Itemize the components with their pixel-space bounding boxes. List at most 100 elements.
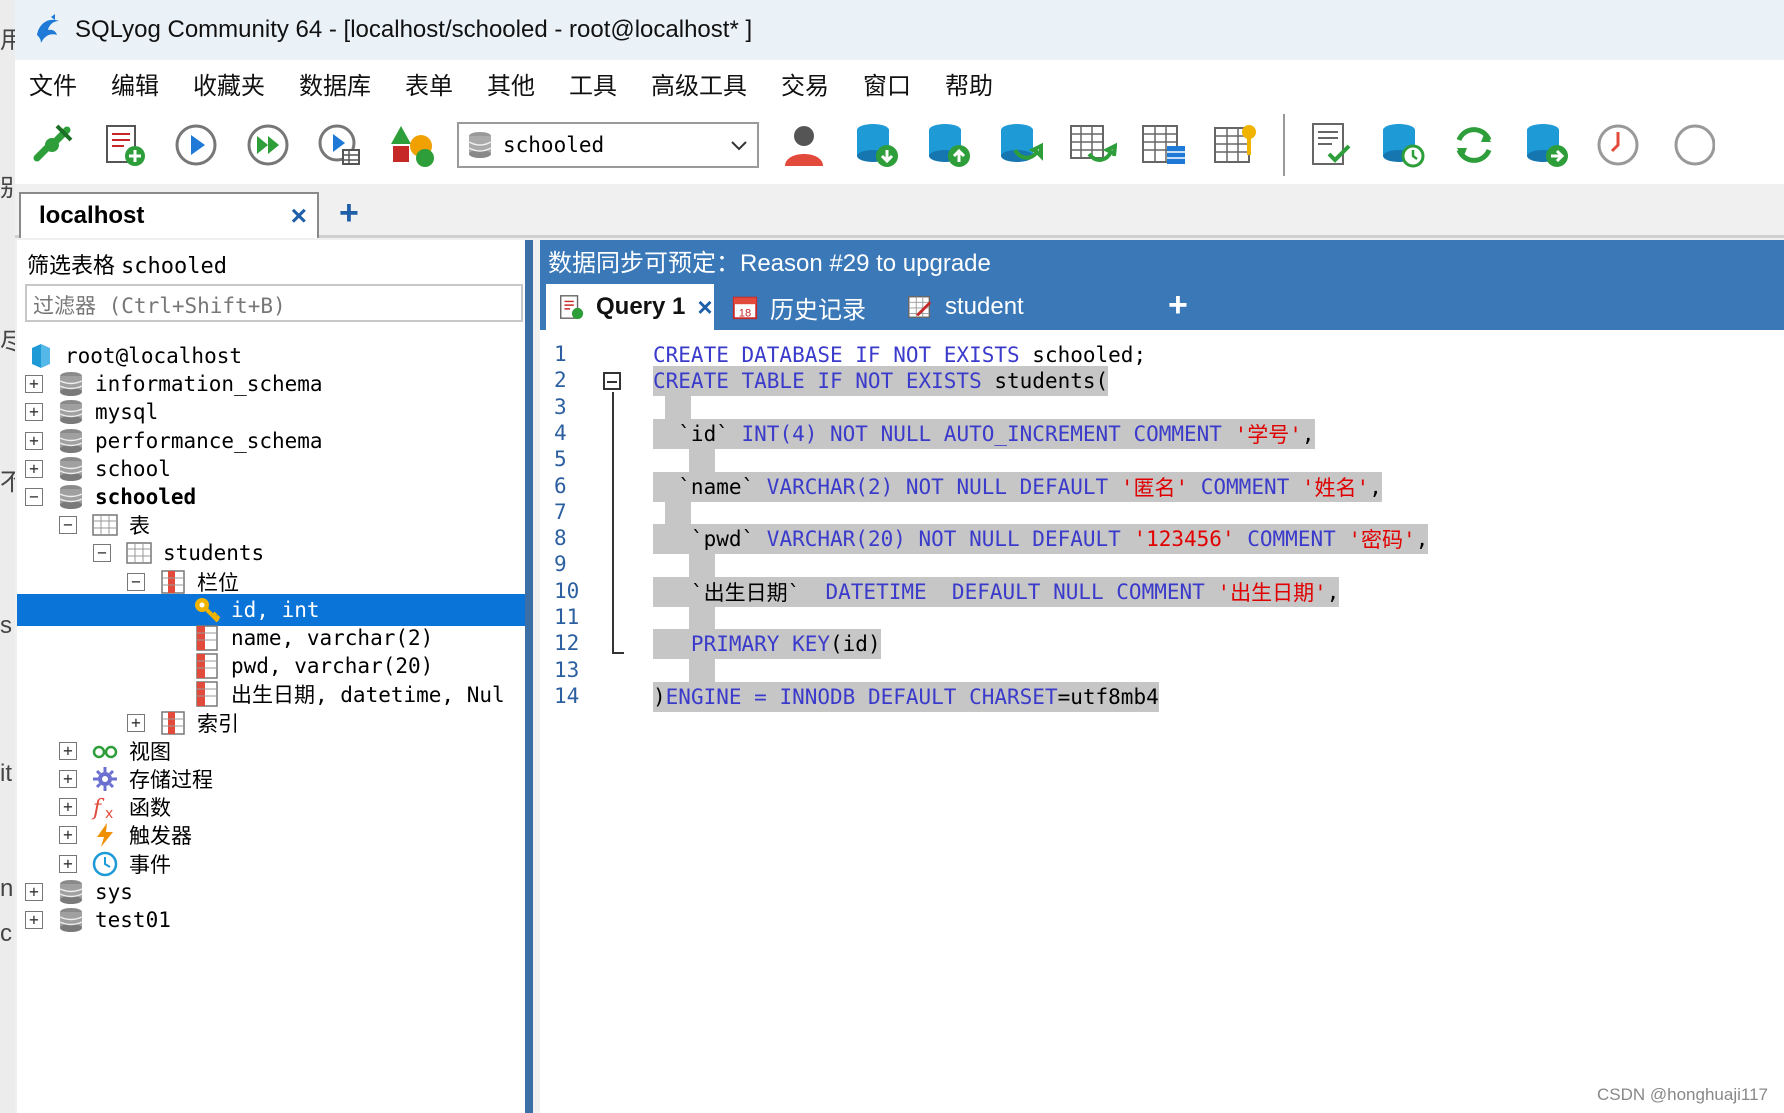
database-icon xyxy=(57,370,85,398)
code-selection: CREATE TABLE IF NOT EXISTS students( xyxy=(653,366,1109,397)
line-number: 4 xyxy=(554,420,567,445)
collapse-icon[interactable]: − xyxy=(127,572,145,591)
tree-item[interactable]: − schooled xyxy=(17,481,525,513)
tree-item-label: 栏位 xyxy=(197,570,239,595)
tree-item[interactable]: + information_schema xyxy=(17,368,525,400)
menu-item[interactable]: 表单 xyxy=(405,66,453,101)
menu-item[interactable]: 数据库 xyxy=(299,66,371,101)
filter-input[interactable]: 过滤器 (Ctrl+Shift+B) xyxy=(25,284,523,322)
tab-query-1[interactable]: Query 1 × xyxy=(546,284,714,330)
tree-item[interactable]: 出生日期, datetime, Nul xyxy=(17,678,525,710)
expand-icon[interactable]: + xyxy=(59,826,77,845)
connect-icon[interactable] xyxy=(25,118,79,172)
menu-item[interactable]: 帮助 xyxy=(945,66,993,101)
user-manager-icon[interactable] xyxy=(777,118,831,172)
restore-icon[interactable] xyxy=(921,118,975,172)
tab-history[interactable]: 18 历史记录 xyxy=(720,284,870,330)
sql-identifier: `id` xyxy=(653,421,742,446)
expand-icon[interactable]: + xyxy=(25,375,43,394)
tree-item[interactable]: + performance_schema xyxy=(17,425,525,457)
menu-item[interactable]: 高级工具 xyxy=(651,66,747,101)
new-query-icon[interactable] xyxy=(97,118,151,172)
connection-tab-localhost[interactable]: localhost × xyxy=(19,192,319,238)
more-tool-icon[interactable] xyxy=(1663,118,1717,172)
tree-item-label: root@localhost xyxy=(65,344,243,368)
tree-item[interactable]: + f x 函数 xyxy=(17,791,525,823)
query-builder-icon[interactable] xyxy=(1303,118,1357,172)
tab-student[interactable]: student xyxy=(895,284,1045,330)
execute-results-icon[interactable] xyxy=(313,118,367,172)
query-tab-icon xyxy=(556,292,586,322)
tree-item[interactable]: pwd, varchar(20) xyxy=(17,650,525,682)
menu-item[interactable]: 文件 xyxy=(29,66,77,101)
sql-editor[interactable]: 1 2 3 4 5 6 7 8 9 10 11 12 13 14 CREATE DATABASE IF N… xyxy=(540,330,1784,1113)
add-connection-button[interactable]: + xyxy=(339,194,359,233)
fold-collapse-icon[interactable] xyxy=(603,372,621,390)
tree-item-label: 视图 xyxy=(129,739,171,764)
tree-item[interactable]: name, varchar(2) xyxy=(17,622,525,654)
execute-query-icon[interactable] xyxy=(169,118,223,172)
tree-item-label: 表 xyxy=(129,514,150,539)
query-area: 数据同步可预定：Reason #29 to upgrade Query 1 × … xyxy=(540,240,1784,1113)
database-selector[interactable]: schooled xyxy=(457,122,759,168)
menu-item[interactable]: 收藏夹 xyxy=(193,66,265,101)
expand-icon[interactable]: + xyxy=(59,854,77,873)
schedule-icon[interactable] xyxy=(1375,118,1429,172)
tree-item[interactable]: + 事件 xyxy=(17,848,525,880)
primary-key-icon xyxy=(193,596,221,624)
tree-item[interactable]: root@localhost xyxy=(17,340,525,372)
menu-item[interactable]: 窗口 xyxy=(863,66,911,101)
chevron-down-icon[interactable] xyxy=(729,138,749,152)
execute-all-icon[interactable] xyxy=(241,118,295,172)
table-data-icon[interactable] xyxy=(1137,118,1191,172)
expand-icon[interactable]: + xyxy=(25,911,43,929)
import-table-icon[interactable] xyxy=(1065,118,1119,172)
expand-icon[interactable]: + xyxy=(127,713,145,732)
collapse-icon[interactable]: − xyxy=(93,544,111,563)
import-external-icon[interactable] xyxy=(1519,118,1573,172)
tree-item[interactable]: + 视图 xyxy=(17,735,525,767)
collapse-icon[interactable]: − xyxy=(25,488,43,506)
expand-icon[interactable]: + xyxy=(25,431,43,450)
sqlyog-window: SQLyog Community 64 - [localhost/schoole… xyxy=(15,0,1784,1113)
tree-item[interactable]: id, int xyxy=(17,593,525,626)
menu-item[interactable]: 其他 xyxy=(487,66,535,101)
tree-item[interactable]: + mysql xyxy=(17,396,525,428)
tree-item[interactable]: + 存储过程 xyxy=(17,763,525,795)
tree-item-label: students xyxy=(163,541,265,566)
tree-item[interactable]: − students xyxy=(17,537,525,569)
calendar-day: 18 xyxy=(739,307,751,319)
expand-icon[interactable]: + xyxy=(25,403,43,422)
expand-icon[interactable]: + xyxy=(59,770,77,788)
add-query-tab-button[interactable]: + xyxy=(1168,286,1188,325)
index-icon[interactable] xyxy=(1209,118,1263,172)
sql-identifier: schooled; xyxy=(1019,343,1147,367)
menu-item[interactable]: 交易 xyxy=(781,66,829,101)
sql-identifier: `name` xyxy=(653,474,767,499)
tree-item[interactable]: + 索引 xyxy=(17,707,525,739)
schema-designer-icon[interactable] xyxy=(385,118,439,172)
events-icon xyxy=(91,850,119,878)
expand-icon[interactable]: + xyxy=(59,798,77,817)
menu-item[interactable]: 编辑 xyxy=(111,66,159,101)
close-icon[interactable]: × xyxy=(697,292,712,323)
tree-item[interactable]: + test01 xyxy=(17,904,525,936)
db-sync-icon[interactable] xyxy=(993,118,1047,172)
tree-item[interactable]: + 触发器 xyxy=(17,819,525,851)
expand-icon[interactable]: + xyxy=(59,741,77,760)
close-icon[interactable]: × xyxy=(291,200,307,232)
tree-item[interactable]: + sys xyxy=(17,876,525,908)
tree-item[interactable]: + school xyxy=(17,453,525,485)
tree-item[interactable]: − 栏位 xyxy=(17,566,525,598)
refresh-icon[interactable] xyxy=(1447,118,1501,172)
backup-icon[interactable] xyxy=(849,118,903,172)
menu-item[interactable]: 工具 xyxy=(569,66,617,101)
code-line: CREATE TABLE IF NOT EXISTS students( xyxy=(653,366,1109,397)
collapse-icon[interactable]: − xyxy=(59,516,77,535)
history-clock-icon[interactable] xyxy=(1591,118,1645,172)
upgrade-banner[interactable]: 数据同步可预定：Reason #29 to upgrade xyxy=(540,240,1784,280)
expand-icon[interactable]: + xyxy=(25,882,43,901)
tree-item-label: pwd, varchar(20) xyxy=(231,654,434,679)
expand-icon[interactable]: + xyxy=(25,459,43,478)
tree-item[interactable]: − 表 xyxy=(17,509,525,541)
